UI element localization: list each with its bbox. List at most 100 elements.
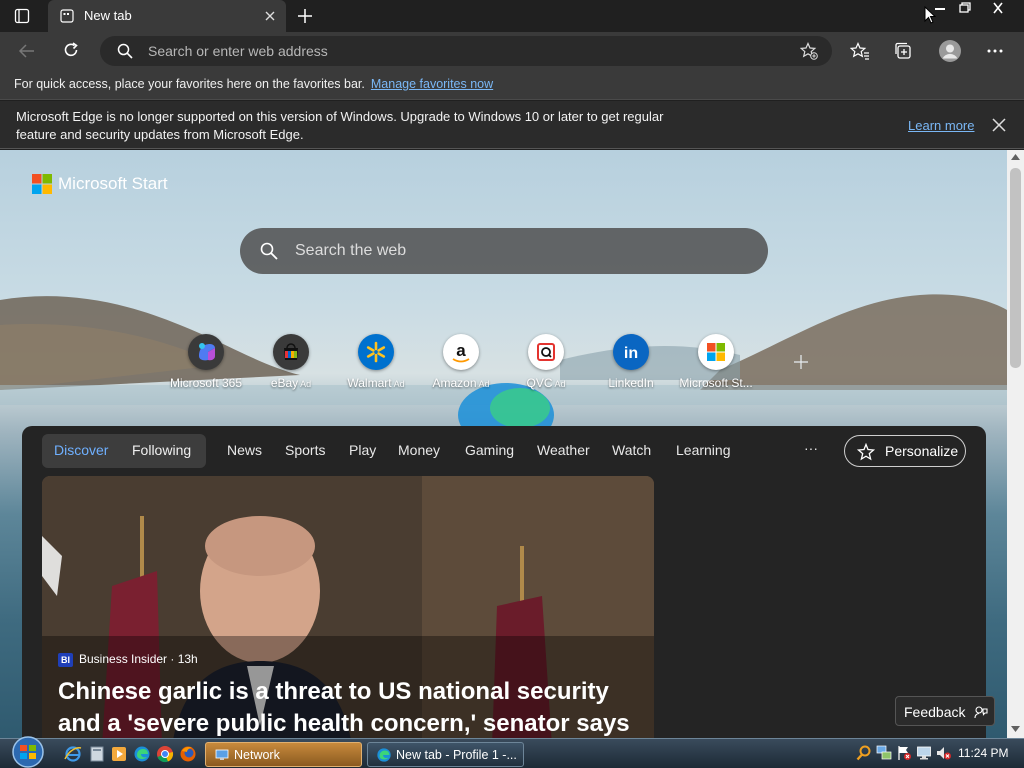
tab-discover[interactable]: Discover <box>54 442 108 458</box>
windows-taskbar: Network New tab - Profile 1 -... 11:24 P… <box>0 735 1024 768</box>
feedback-icon <box>974 705 988 719</box>
qvc-icon <box>528 334 564 370</box>
scroll-down-arrow-icon[interactable] <box>1011 726 1020 732</box>
search-tray-icon[interactable] <box>856 745 872 761</box>
address-placeholder: Search or enter web address <box>148 43 328 59</box>
more-options-icon[interactable] <box>986 48 1004 54</box>
nav-watch[interactable]: Watch <box>612 442 651 458</box>
business-insider-logo: BI <box>58 653 73 667</box>
quick-link-label: Microsoft 365 <box>169 376 243 390</box>
taskbar-edge-window[interactable]: New tab - Profile 1 -... <box>367 742 524 767</box>
new-tab-button[interactable] <box>296 7 314 25</box>
svg-text:a: a <box>456 341 466 360</box>
edge-taskbar-icon[interactable] <box>133 745 151 763</box>
navigation-toolbar: Search or enter web address <box>0 32 1024 70</box>
web-search-box[interactable]: Search the web <box>240 228 768 274</box>
microsoft-store-icon <box>698 334 734 370</box>
walmart-icon <box>358 334 394 370</box>
quick-link-walmart[interactable]: Walmart Ad <box>331 334 421 394</box>
profile-avatar[interactable] <box>938 39 962 63</box>
nav-play[interactable]: Play <box>349 442 376 458</box>
explorer-icon[interactable] <box>88 745 106 763</box>
search-icon <box>117 43 133 59</box>
firefox-taskbar-icon[interactable] <box>179 745 197 763</box>
feedback-label: Feedback <box>904 704 966 720</box>
internet-explorer-icon[interactable] <box>64 745 82 763</box>
unsupported-os-infobar: Microsoft Edge is no longer supported on… <box>0 101 1024 149</box>
favorites-icon[interactable] <box>850 42 870 60</box>
add-favorite-star-icon[interactable] <box>800 42 818 60</box>
quick-link-linkedin[interactable]: in LinkedIn <box>586 334 676 394</box>
nav-sports[interactable]: Sports <box>285 442 325 458</box>
article-source: BI Business Insider · 13h <box>58 652 198 667</box>
personalize-star-icon <box>857 443 875 461</box>
infobar-message: Microsoft Edge is no longer supported on… <box>16 109 664 142</box>
svg-text:in: in <box>624 345 638 362</box>
search-icon <box>260 242 278 260</box>
article-headline[interactable]: Chinese garlic is a threat to US nationa… <box>58 676 648 738</box>
tab-following[interactable]: Following <box>132 442 191 458</box>
action-center-warning-icon[interactable] <box>896 745 912 761</box>
brand-name: Microsoft Start <box>58 174 168 193</box>
add-quick-link-icon[interactable] <box>793 354 809 370</box>
quick-link-microsoft-store[interactable]: Microsoft St... <box>671 334 761 394</box>
quick-link-qvc[interactable]: QVC Ad <box>501 334 591 394</box>
amazon-icon: a <box>443 334 479 370</box>
volume-muted-icon[interactable] <box>936 745 952 761</box>
title-bar: New tab <box>0 0 1024 32</box>
microsoft-365-icon <box>188 334 224 370</box>
nav-learning[interactable]: Learning <box>676 442 731 458</box>
nav-weather[interactable]: Weather <box>537 442 590 458</box>
restore-button[interactable] <box>957 2 973 14</box>
edge-window-icon <box>376 747 392 763</box>
close-infobar-icon[interactable] <box>992 118 1006 132</box>
quick-link-amazon[interactable]: a Amazon Ad <box>416 334 506 394</box>
favorites-bar-message: For quick access, place your favorites h… <box>14 77 493 91</box>
taskbar-network-window[interactable]: Network <box>205 742 362 767</box>
personalize-button[interactable]: Personalize <box>844 435 966 467</box>
taskbar-network-label: Network <box>234 748 280 762</box>
start-orb-icon[interactable] <box>8 735 48 768</box>
tab-new-tab[interactable]: New tab <box>48 0 286 32</box>
address-bar[interactable]: Search or enter web address <box>100 36 832 66</box>
nav-news[interactable]: News <box>227 442 262 458</box>
quick-link-ebay[interactable]: eBay Ad <box>246 334 336 394</box>
learn-more-link[interactable]: Learn more <box>908 118 974 133</box>
quick-link-label: LinkedIn <box>608 376 654 390</box>
taskbar-clock[interactable]: 11:24 PM <box>958 746 1008 760</box>
scroll-up-arrow-icon[interactable] <box>1011 154 1020 160</box>
network-folder-icon <box>214 747 230 763</box>
ad-badge: Ad <box>393 379 405 389</box>
favorites-bar: For quick access, place your favorites h… <box>0 70 1024 100</box>
tab-actions-icon[interactable] <box>14 8 30 24</box>
page-scrollbar[interactable] <box>1007 150 1024 738</box>
media-player-icon[interactable] <box>110 745 128 763</box>
new-tab-page-icon <box>60 9 74 23</box>
close-tab-icon[interactable] <box>264 10 276 22</box>
refresh-icon[interactable] <box>62 41 80 59</box>
new-tab-page: Microsoft Start Search the web Microsoft… <box>0 150 1007 738</box>
feedback-button[interactable]: Feedback <box>895 696 995 726</box>
chrome-taskbar-icon[interactable] <box>156 745 174 763</box>
quick-link-label: Walmart <box>347 376 392 390</box>
hero-article-card[interactable]: BI Business Insider · 13h Chinese garlic … <box>42 476 654 738</box>
favorites-bar-hint: For quick access, place your favorites h… <box>14 77 365 91</box>
microsoft-logo-icon <box>32 174 52 194</box>
scrollbar-thumb[interactable] <box>1010 168 1021 368</box>
manage-favorites-link[interactable]: Manage favorites now <box>371 77 493 91</box>
collections-icon[interactable] <box>894 42 914 60</box>
quick-link-microsoft-365[interactable]: Microsoft 365 <box>161 334 251 394</box>
quick-link-label: Amazon <box>432 376 477 390</box>
ad-badge: Ad <box>554 379 566 389</box>
nav-gaming[interactable]: Gaming <box>465 442 514 458</box>
network-tray-icon[interactable] <box>876 745 892 761</box>
close-window-button[interactable] <box>990 2 1006 14</box>
web-search-placeholder: Search the web <box>295 242 407 259</box>
ebay-icon <box>273 334 309 370</box>
nav-money[interactable]: Money <box>398 442 440 458</box>
back-arrow-icon[interactable] <box>18 42 36 60</box>
feed-segment-control: Discover Following <box>42 434 206 468</box>
quick-link-label: eBay <box>270 376 299 390</box>
display-tray-icon[interactable] <box>916 745 932 761</box>
more-categories-button[interactable]: ··· <box>804 440 818 456</box>
